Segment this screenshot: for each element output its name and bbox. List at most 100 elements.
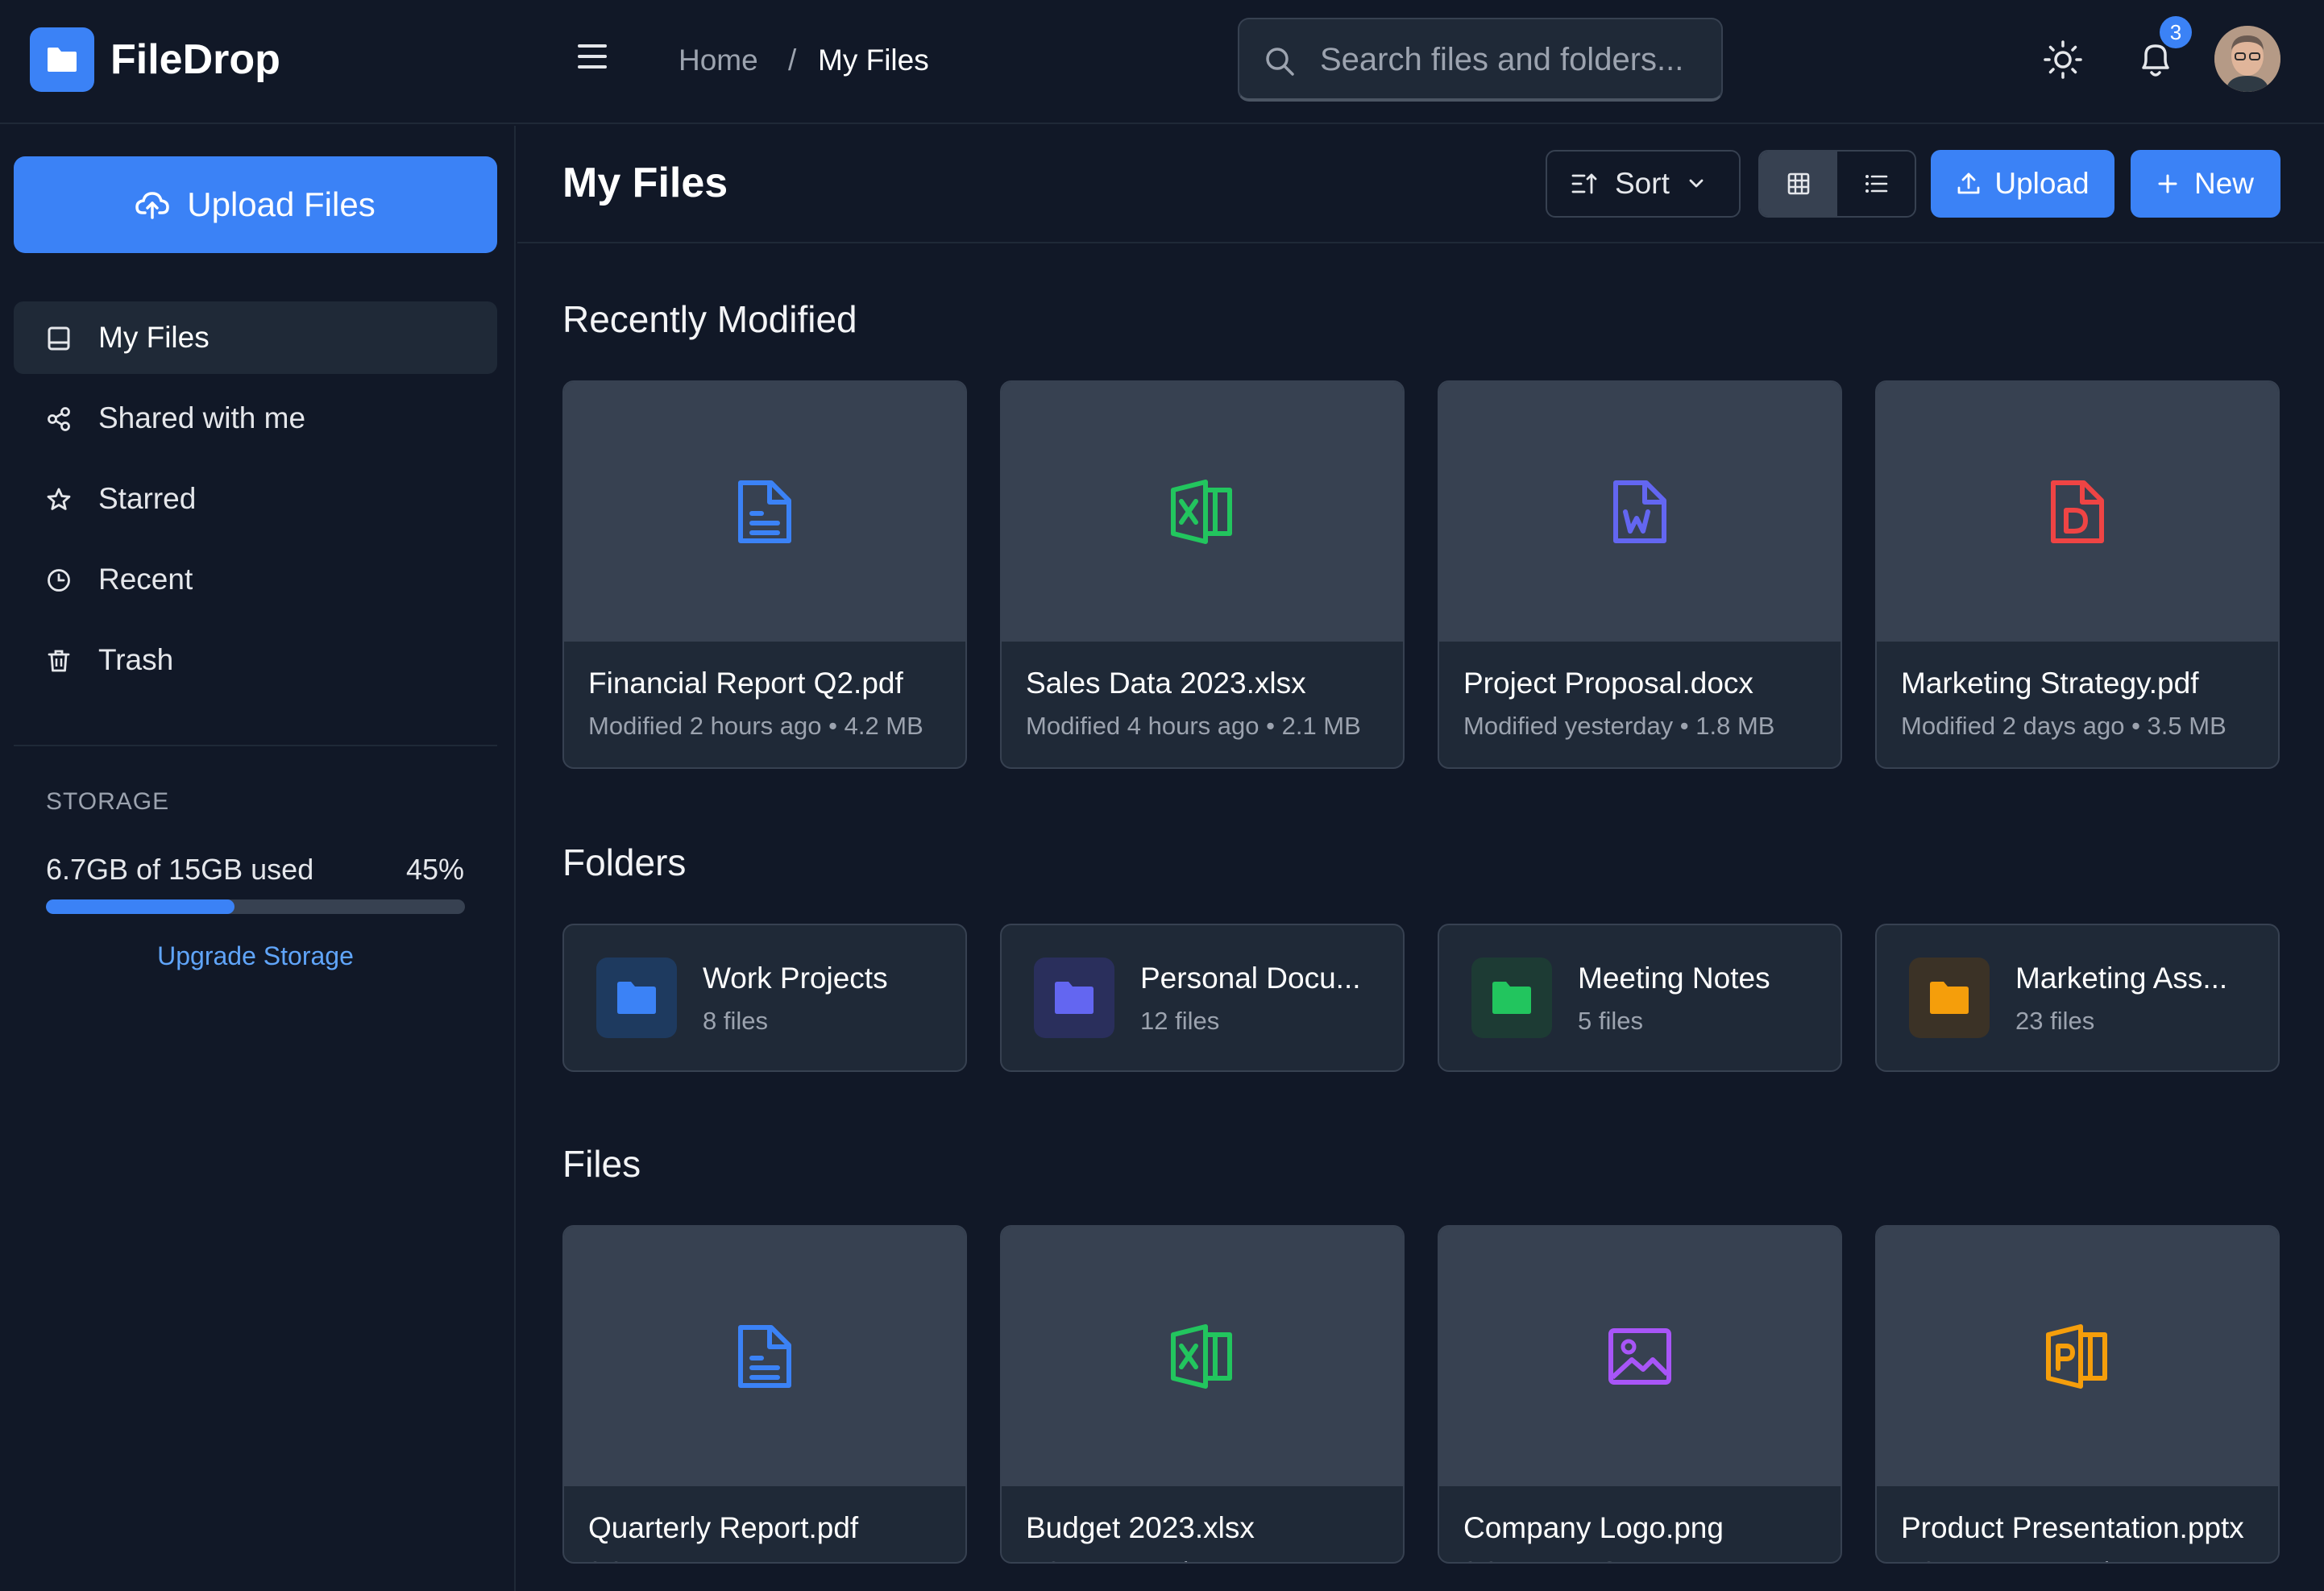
folder-count: 5 files xyxy=(1578,1007,1643,1035)
file-name: Financial Report Q2.pdf xyxy=(588,667,903,700)
excel-icon xyxy=(1170,479,1235,545)
file-name: Quarterly Report.pdf xyxy=(588,1511,859,1544)
search-icon xyxy=(1264,45,1296,77)
file-card[interactable]: Quarterly Report.pdf 3.2 MB • PDF xyxy=(562,1225,967,1564)
file-meta: Modified 4 hours ago • 2.1 MB xyxy=(1026,712,1361,740)
view-toggle xyxy=(1758,150,1916,218)
folder-name: Work Projects xyxy=(703,962,888,995)
file-meta: 1.8 MB • Excel xyxy=(1026,1556,1189,1562)
breadcrumb-separator: / xyxy=(788,44,797,77)
folder-card[interactable]: Meeting Notes 5 files xyxy=(1438,924,1842,1072)
top-bar: FileDrop Home / My Files 3 xyxy=(0,0,2324,124)
pdf-icon xyxy=(2048,480,2106,544)
folder-count: 12 files xyxy=(1140,1007,1220,1035)
file-card[interactable]: Sales Data 2023.xlsx Modified 4 hours ag… xyxy=(1000,380,1405,769)
sidebar-item-starred[interactable]: Starred xyxy=(14,463,497,535)
storage-percent: 45% xyxy=(405,853,464,886)
folder-card[interactable]: Personal Docu... 12 files xyxy=(1000,924,1405,1072)
search-input[interactable] xyxy=(1320,35,1707,84)
sidebar: Upload Files My Files Shared with me Sta… xyxy=(0,126,516,1591)
file-preview xyxy=(1877,1227,2278,1486)
file-meta: Modified 2 hours ago • 4.2 MB xyxy=(588,712,923,740)
theme-toggle-sun-icon[interactable] xyxy=(2044,40,2082,79)
star-icon xyxy=(46,487,72,513)
folder-icon xyxy=(596,958,677,1038)
sidebar-item-trash[interactable]: Trash xyxy=(14,624,497,696)
file-card[interactable]: Product Presentation.pptx 5.3 MB • Power… xyxy=(1875,1225,2280,1564)
file-card[interactable]: Budget 2023.xlsx 1.8 MB • Excel xyxy=(1000,1225,1405,1564)
breadcrumb-home[interactable]: Home xyxy=(679,42,758,79)
cloud-upload-icon xyxy=(135,190,170,219)
upgrade-storage-link[interactable]: Upgrade Storage xyxy=(14,941,497,971)
plus-icon xyxy=(2157,173,2178,194)
upload-button[interactable]: Upload xyxy=(1931,150,2114,218)
page-title: My Files xyxy=(562,160,728,206)
word-icon xyxy=(1611,480,1669,544)
file-meta: Modified 2 days ago • 3.5 MB xyxy=(1901,712,2226,740)
document-icon xyxy=(736,480,794,544)
list-view-button[interactable] xyxy=(1837,152,1915,216)
list-icon xyxy=(1864,172,1888,195)
clock-icon xyxy=(46,567,72,593)
section-title-files: Files xyxy=(562,1143,641,1185)
notification-badge: 3 xyxy=(2160,16,2192,48)
section-title-recent: Recently Modified xyxy=(562,298,857,340)
sort-icon xyxy=(1571,172,1597,196)
chevron-down-icon xyxy=(1687,178,1705,189)
grid-view-button[interactable] xyxy=(1760,152,1837,216)
folder-name: Personal Docu... xyxy=(1140,962,1361,995)
new-label: New xyxy=(2193,167,2255,200)
file-meta: Modified yesterday • 1.8 MB xyxy=(1463,712,1775,740)
sidebar-item-my-files[interactable]: My Files xyxy=(14,301,497,374)
sidebar-item-recent[interactable]: Recent xyxy=(14,543,497,616)
folder-icon xyxy=(1909,958,1990,1038)
file-preview xyxy=(1002,1227,1403,1486)
file-card[interactable]: Project Proposal.docx Modified yesterday… xyxy=(1438,380,1842,769)
breadcrumb-current: My Files xyxy=(818,44,929,77)
storage-title: STORAGE xyxy=(46,788,170,815)
file-name: Marketing Strategy.pdf xyxy=(1901,667,2199,700)
menu-icon[interactable] xyxy=(576,42,608,71)
sidebar-item-label: Recent xyxy=(98,563,193,596)
sidebar-divider xyxy=(14,745,497,746)
folder-count: 23 files xyxy=(2015,1007,2095,1035)
new-button[interactable]: New xyxy=(2131,150,2280,218)
trash-icon xyxy=(46,648,72,674)
file-card[interactable]: Company Logo.png 0.8 MB • PNG xyxy=(1438,1225,1842,1564)
upload-icon xyxy=(1956,171,1982,197)
sidebar-item-label: Starred xyxy=(98,482,197,515)
file-card[interactable]: Marketing Strategy.pdf Modified 2 days a… xyxy=(1875,380,2280,769)
file-name: Sales Data 2023.xlsx xyxy=(1026,667,1306,700)
document-icon xyxy=(736,1324,794,1389)
file-name: Product Presentation.pptx xyxy=(1901,1511,2244,1544)
main-header: My Files Sort Upload New xyxy=(517,126,2324,243)
folder-card[interactable]: Marketing Ass... 23 files xyxy=(1875,924,2280,1072)
upload-label: Upload xyxy=(1994,167,2090,200)
folder-card[interactable]: Work Projects 8 files xyxy=(562,924,967,1072)
logo-icon xyxy=(30,27,94,92)
powerpoint-icon xyxy=(2045,1323,2110,1390)
excel-icon xyxy=(1170,1323,1235,1390)
folder-count: 8 files xyxy=(703,1007,768,1035)
user-avatar[interactable] xyxy=(2214,26,2280,92)
file-meta: 5.3 MB • PowerPoint xyxy=(1901,1556,2131,1562)
upload-files-button[interactable]: Upload Files xyxy=(14,156,497,253)
file-preview xyxy=(1002,382,1403,642)
storage-progress-fill xyxy=(46,899,234,914)
app-name: FileDrop xyxy=(110,36,280,83)
file-preview xyxy=(1877,382,2278,642)
image-icon xyxy=(1608,1327,1672,1385)
file-preview xyxy=(1439,1227,1841,1486)
search-box[interactable] xyxy=(1238,18,1723,102)
folder-icon xyxy=(1034,958,1114,1038)
sidebar-item-shared[interactable]: Shared with me xyxy=(14,382,497,455)
sidebar-item-label: Trash xyxy=(98,643,174,676)
sort-button[interactable]: Sort xyxy=(1546,150,1741,218)
folder-name: Meeting Notes xyxy=(1578,962,1770,995)
file-name: Budget 2023.xlsx xyxy=(1026,1511,1255,1544)
file-card[interactable]: Financial Report Q2.pdf Modified 2 hours… xyxy=(562,380,967,769)
upload-files-label: Upload Files xyxy=(187,185,376,223)
file-name: Company Logo.png xyxy=(1463,1511,1724,1544)
sidebar-item-label: Shared with me xyxy=(98,401,306,434)
file-meta: 3.2 MB • PDF xyxy=(588,1556,740,1562)
